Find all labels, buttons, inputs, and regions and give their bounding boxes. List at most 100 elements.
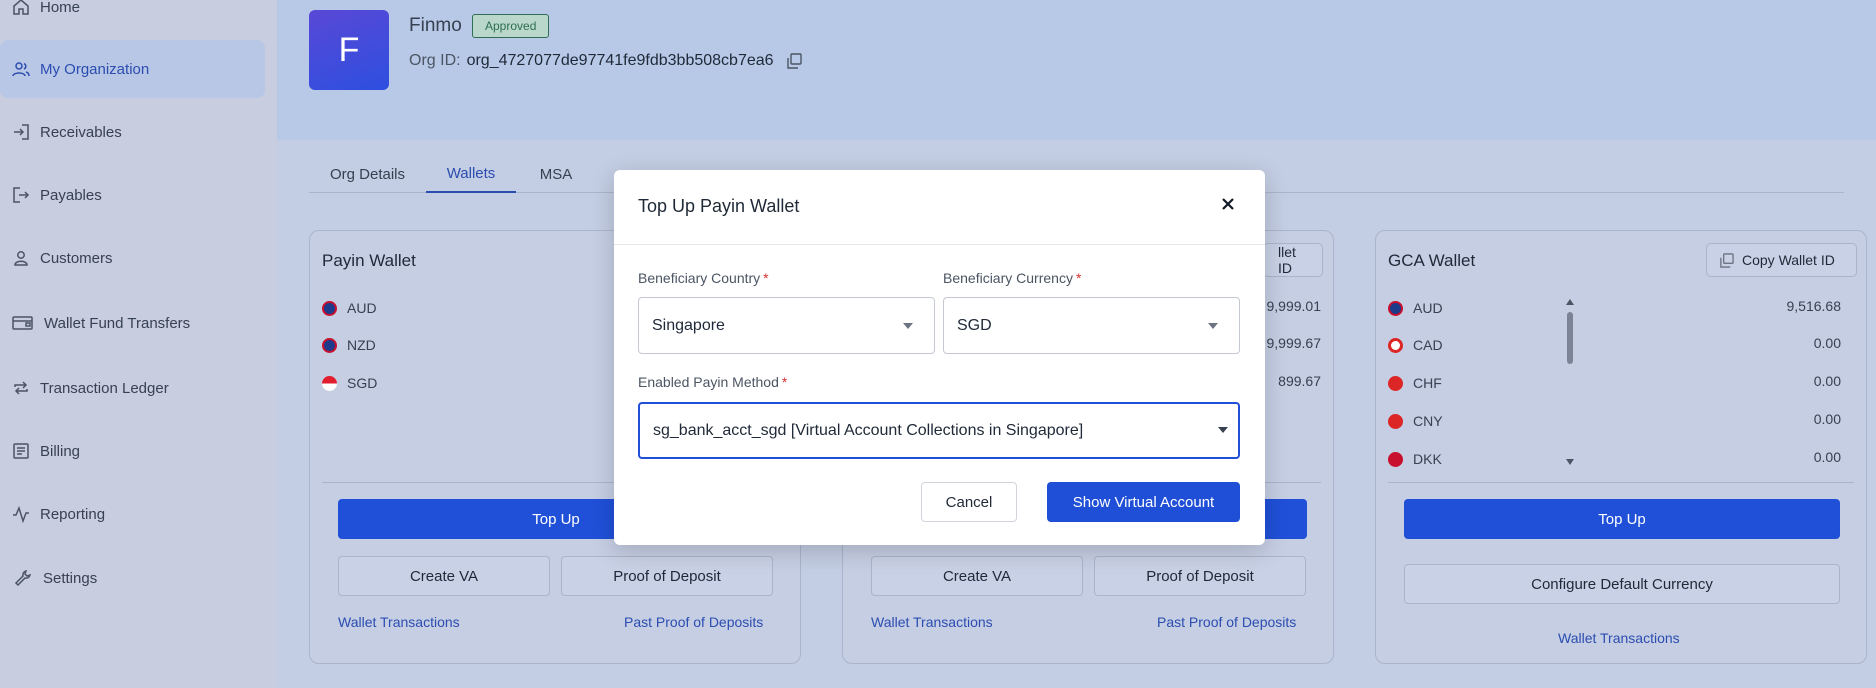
- flag-aud-icon: [1388, 300, 1403, 316]
- required-mark: *: [1075, 270, 1082, 286]
- sidebar-item-settings[interactable]: Settings: [0, 549, 265, 607]
- show-virtual-account-button[interactable]: Show Virtual Account: [1047, 482, 1240, 522]
- scroll-thumb[interactable]: [1567, 312, 1573, 364]
- wallet-transactions-link[interactable]: Wallet Transactions: [1558, 630, 1680, 646]
- currency-row: DKK: [1388, 449, 1442, 469]
- flag-dkk-icon: [1388, 451, 1403, 467]
- select-value: sg_bank_acct_sgd [Virtual Account Collec…: [653, 421, 1084, 439]
- currency-row: SGD: [322, 373, 377, 393]
- sidebar-item-receivables[interactable]: Receivables: [0, 103, 265, 161]
- currency-row: CAD: [1388, 335, 1443, 355]
- user-icon: [12, 249, 30, 267]
- home-icon: [12, 0, 30, 16]
- copy-wallet-id-button[interactable]: llet ID: [1263, 243, 1323, 277]
- configure-default-currency-button[interactable]: Configure Default Currency: [1404, 564, 1840, 604]
- currency-code: NZD: [347, 337, 376, 353]
- currency-amount: 0.00: [1813, 335, 1841, 351]
- card-title: Payin Wallet: [322, 251, 416, 270]
- activity-icon: [12, 505, 30, 523]
- beneficiary-country-select[interactable]: Singapore: [638, 297, 935, 354]
- copy-icon[interactable]: [786, 53, 802, 69]
- top-up-button[interactable]: Top Up: [1404, 499, 1840, 539]
- currency-row: AUD: [1388, 298, 1443, 318]
- cancel-button[interactable]: Cancel: [921, 482, 1017, 522]
- copy-wallet-id-button[interactable]: Copy Wallet ID: [1706, 243, 1857, 277]
- copy-wallet-id-label: Copy Wallet ID: [1742, 252, 1835, 268]
- tab-org-details[interactable]: Org Details: [309, 155, 426, 193]
- currency-code: CAD: [1413, 337, 1443, 353]
- flag-cny-icon: [1388, 413, 1403, 429]
- chevron-down-icon: [1208, 323, 1218, 329]
- sidebar-item-wallet-fund-transfers[interactable]: Wallet Fund Transfers: [0, 294, 265, 352]
- past-proof-of-deposits-link[interactable]: Past Proof of Deposits: [624, 614, 763, 630]
- currency-code: CNY: [1413, 413, 1443, 429]
- select-value: SGD: [957, 316, 992, 334]
- currency-amount: 0.00: [1813, 411, 1841, 427]
- users-icon: [12, 60, 30, 78]
- scroll-down-icon[interactable]: [1566, 458, 1574, 466]
- wallet-icon: [12, 314, 34, 332]
- currency-row: CNY: [1388, 411, 1443, 431]
- sidebar-item-label: Wallet Fund Transfers: [44, 314, 191, 332]
- currency-row: CHF: [1388, 373, 1442, 393]
- create-va-button[interactable]: Create VA: [338, 556, 550, 596]
- tab-wallets[interactable]: Wallets: [426, 155, 516, 193]
- currency-amount: 9,999.01: [1266, 298, 1322, 314]
- currency-code: AUD: [1413, 300, 1443, 316]
- proof-of-deposit-button[interactable]: Proof of Deposit: [561, 556, 773, 596]
- field-label-text: Beneficiary Country: [638, 270, 761, 286]
- sidebar-item-label: Reporting: [40, 505, 106, 523]
- beneficiary-currency-label: Beneficiary Currency *: [943, 270, 1081, 286]
- login-icon: [12, 123, 30, 141]
- flag-chf-icon: [1388, 375, 1403, 391]
- sidebar-item-reporting[interactable]: Reporting: [0, 485, 265, 543]
- sidebar-item-payables[interactable]: Payables: [0, 166, 265, 224]
- currency-code: AUD: [347, 300, 377, 316]
- beneficiary-currency-select[interactable]: SGD: [943, 297, 1240, 354]
- gca-wallet-card: GCA Wallet Copy Wallet ID AUD 9,516.68 C…: [1375, 230, 1867, 664]
- field-label-text: Enabled Payin Method: [638, 374, 779, 390]
- currency-amount: 9,516.68: [1786, 298, 1842, 314]
- sidebar-item-label: Settings: [43, 569, 98, 587]
- wallet-transactions-link[interactable]: Wallet Transactions: [871, 614, 993, 630]
- org-id-label: Org ID:: [409, 52, 461, 69]
- sidebar-item-label: Transaction Ledger: [40, 379, 169, 397]
- copy-wallet-id-label: llet ID: [1278, 244, 1296, 276]
- org-logo: F: [309, 10, 389, 90]
- close-icon[interactable]: [1218, 194, 1238, 214]
- sidebar-item-customers[interactable]: Customers: [0, 229, 265, 287]
- sidebar-item-transaction-ledger[interactable]: Transaction Ledger: [0, 359, 265, 417]
- org-name: Finmo: [409, 15, 462, 36]
- flag-nzd-icon: [322, 337, 337, 353]
- currency-row: NZD: [322, 335, 376, 355]
- sidebar-item-label: Home: [40, 0, 81, 16]
- tab-msa[interactable]: MSA: [516, 155, 596, 193]
- scroll-up-icon[interactable]: [1566, 298, 1574, 306]
- logout-icon: [12, 186, 30, 204]
- proof-of-deposit-button[interactable]: Proof of Deposit: [1094, 556, 1306, 596]
- beneficiary-country-label: Beneficiary Country *: [638, 270, 769, 286]
- flag-sgd-icon: [322, 375, 337, 391]
- sidebar-item-label: My Organization: [40, 60, 150, 78]
- dialog-title: Top Up Payin Wallet: [638, 196, 800, 216]
- wrench-icon: [12, 569, 33, 587]
- sidebar-item-my-organization[interactable]: My Organization: [0, 40, 265, 98]
- required-mark: *: [781, 374, 788, 390]
- sidebar-item-home[interactable]: Home: [0, 0, 265, 36]
- currency-code: DKK: [1413, 451, 1442, 467]
- sidebar-item-billing[interactable]: Billing: [0, 422, 265, 480]
- currency-amount: 0.00: [1813, 449, 1841, 465]
- currency-list-scrollbar[interactable]: [1566, 298, 1574, 466]
- currency-amount: 0.00: [1813, 373, 1841, 389]
- sidebar-item-label: Receivables: [40, 123, 122, 141]
- currency-code: CHF: [1413, 375, 1442, 391]
- copy-icon: [1720, 252, 1734, 268]
- payin-method-select[interactable]: sg_bank_acct_sgd [Virtual Account Collec…: [638, 402, 1240, 459]
- currency-code: SGD: [347, 375, 378, 391]
- wallet-transactions-link[interactable]: Wallet Transactions: [338, 614, 460, 630]
- past-proof-of-deposits-link[interactable]: Past Proof of Deposits: [1157, 614, 1296, 630]
- sidebar-item-label: Billing: [40, 442, 81, 460]
- flag-cad-icon: [1388, 337, 1403, 353]
- currency-amount: 899.67: [1278, 373, 1321, 389]
- create-va-button[interactable]: Create VA: [871, 556, 1083, 596]
